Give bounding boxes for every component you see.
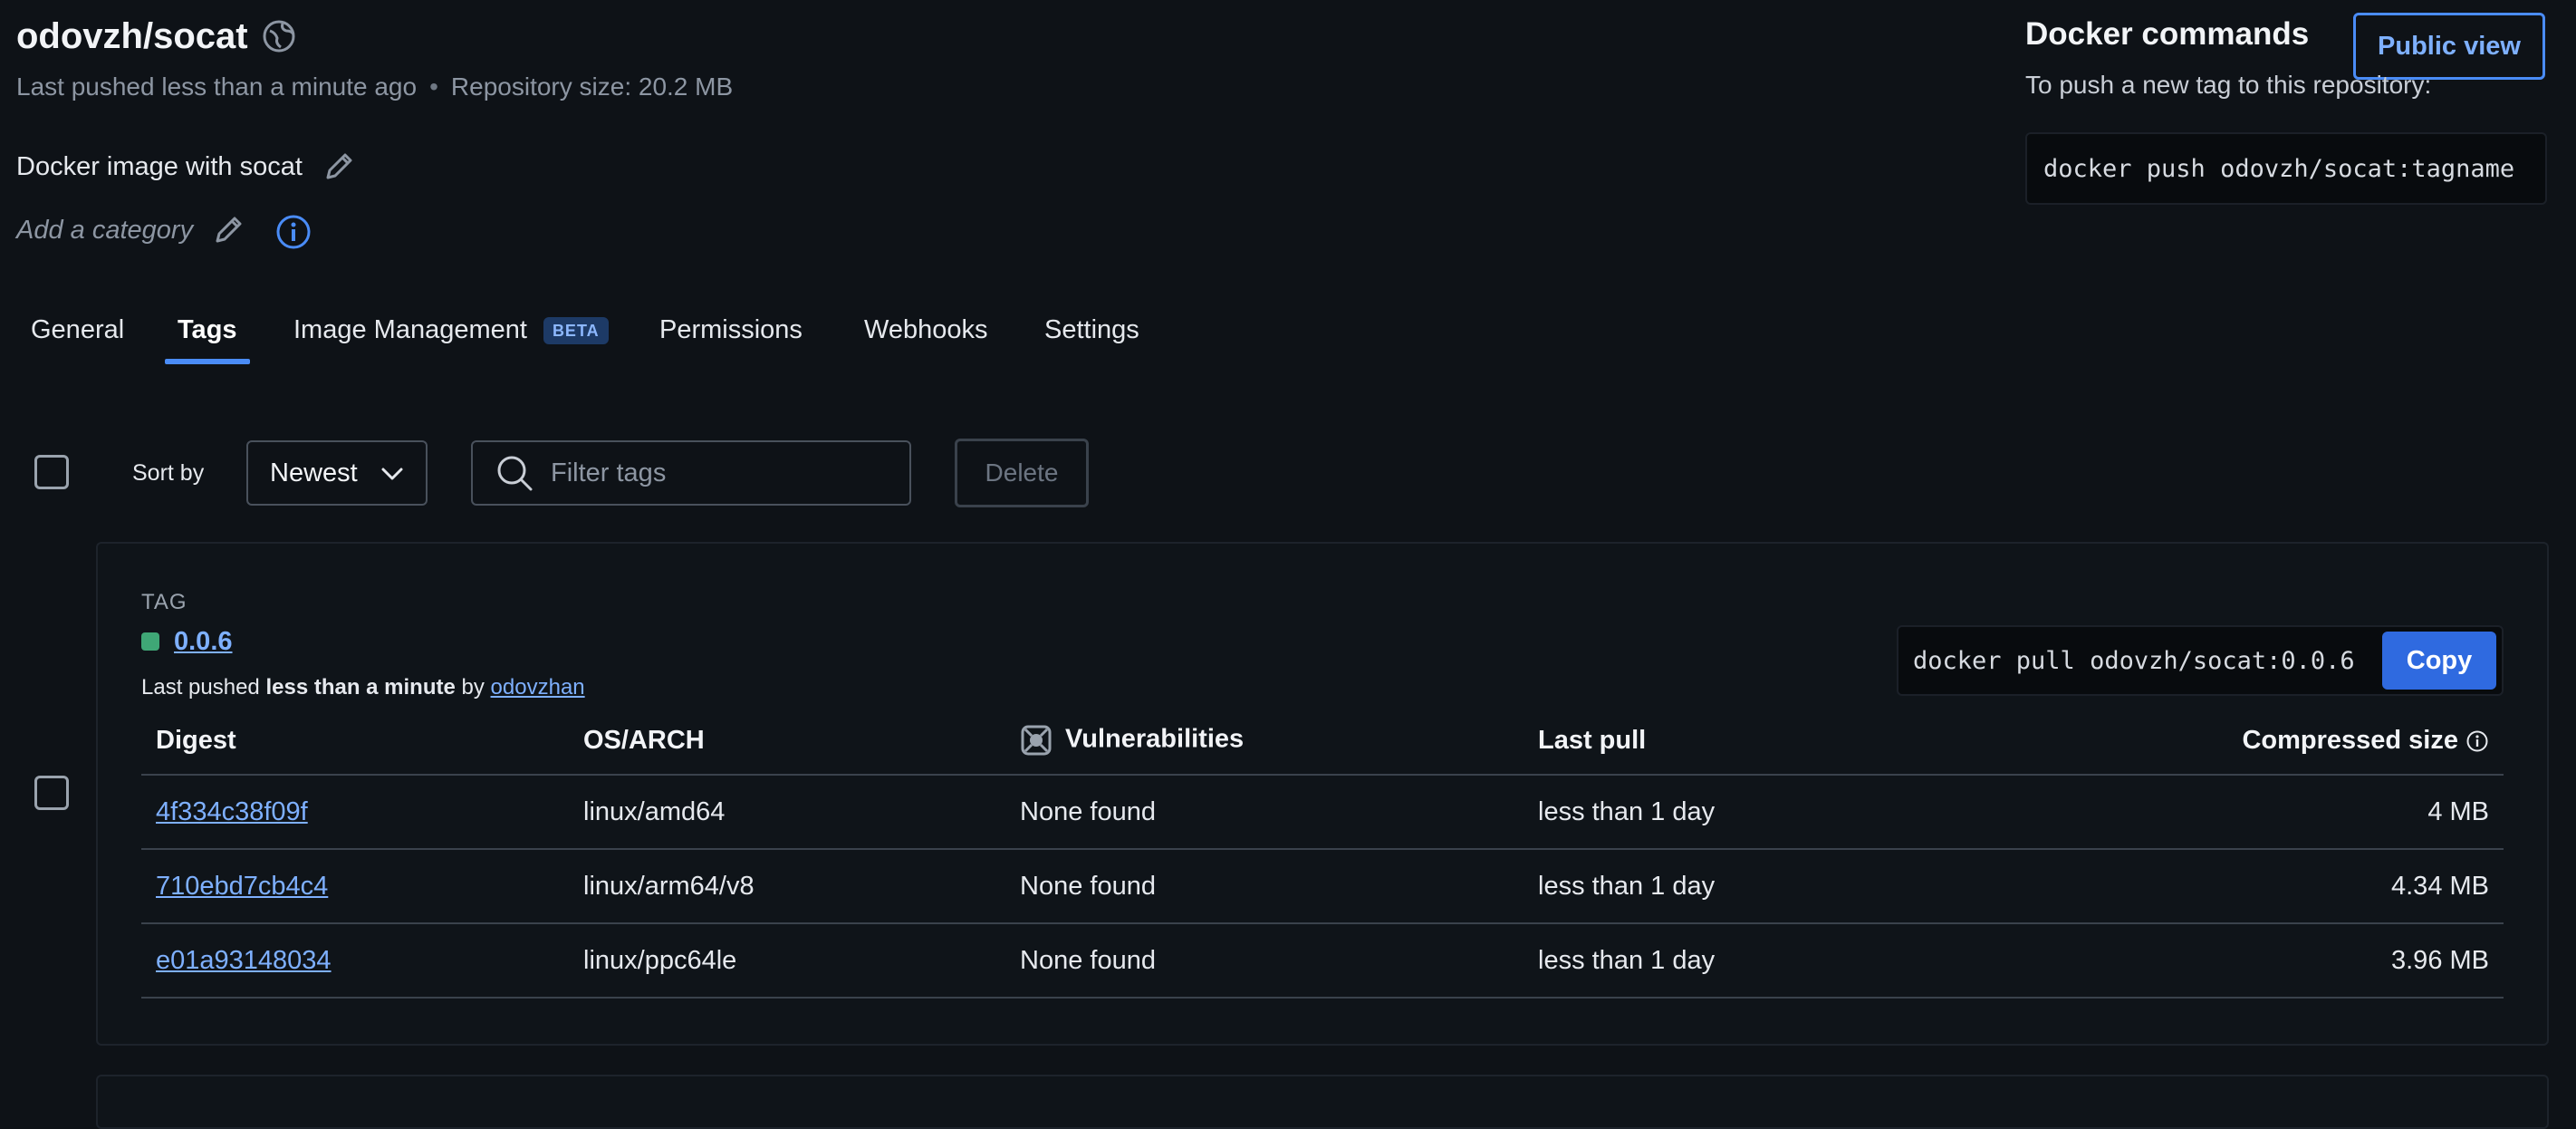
digest-table: Digest OS/ARCH Vulnerabilities Last pull… <box>141 707 2504 999</box>
vulnerabilities-header: Vulnerabilities <box>1005 707 1523 776</box>
sort-label: Sort by <box>132 460 205 486</box>
last-pushed-text: Last pushed less than a minute ago <box>16 72 418 101</box>
tab-tags[interactable]: Tags <box>178 301 237 359</box>
beta-badge: BETA <box>543 317 609 345</box>
tab-image-management[interactable]: Image Management BETA <box>293 301 609 359</box>
digest-link[interactable]: e01a93148034 <box>156 946 332 975</box>
tag-pushed-info: Last pushed less than a minute by odovzh… <box>141 672 585 703</box>
compressed-size-header-label: Compressed size <box>2242 725 2458 755</box>
add-category-text: Add a category <box>16 216 194 245</box>
compressed-size-info-icon[interactable] <box>2465 729 2489 753</box>
table-header-row: Digest OS/ARCH Vulnerabilities Last pull… <box>141 707 2504 776</box>
active-tab-indicator <box>165 359 250 364</box>
pushed-prefix: Last pushed <box>141 675 260 700</box>
table-row: e01a93148034 linux/ppc64le None found le… <box>141 923 2504 999</box>
last-pull-cell: less than 1 day <box>1523 775 1951 850</box>
last-pull-cell: less than 1 day <box>1523 849 1951 924</box>
digest-cell: 4f334c38f09f <box>141 775 569 850</box>
tab-permissions[interactable]: Permissions <box>659 301 803 359</box>
chevron-down-icon <box>381 468 403 480</box>
digest-cell: e01a93148034 <box>141 923 569 999</box>
tag-row-checkbox[interactable] <box>34 776 69 810</box>
vulnerabilities-header-label: Vulnerabilities <box>1065 724 1245 754</box>
tag-section-label: TAG <box>141 590 187 614</box>
push-command[interactable]: docker push odovzh/socat:tagname <box>2025 132 2547 205</box>
repo-meta: Last pushed less than a minute ago • Repos… <box>16 71 733 103</box>
filter-tags-field[interactable] <box>471 440 911 506</box>
sort-select[interactable]: Newest <box>246 440 428 506</box>
os-arch-cell: linux/arm64/v8 <box>569 849 1005 924</box>
os-arch-cell: linux/amd64 <box>569 775 1005 850</box>
pull-command[interactable]: docker pull odovzh/socat:0.0.6 <box>1898 647 2382 675</box>
pull-command-box: docker pull odovzh/socat:0.0.6 Copy <box>1897 625 2504 696</box>
vulnerabilities-cell: None found <box>1005 775 1523 850</box>
delete-button[interactable]: Delete <box>955 439 1089 507</box>
compressed-size-header: Compressed size <box>1951 707 2504 776</box>
copy-button[interactable]: Copy <box>2382 632 2496 690</box>
search-icon <box>497 456 533 491</box>
docker-commands-title: Docker commands <box>2025 16 2310 52</box>
tab-webhooks[interactable]: Webhooks <box>864 301 988 359</box>
edit-category-pencil-icon[interactable] <box>210 212 246 248</box>
vulnerabilities-cell: None found <box>1005 849 1523 924</box>
os-arch-header: OS/ARCH <box>569 707 1005 776</box>
globe-icon <box>263 20 295 53</box>
tab-settings[interactable]: Settings <box>1044 301 1139 359</box>
tag-status-indicator <box>141 632 159 651</box>
tab-general[interactable]: General <box>31 301 124 359</box>
edit-description-pencil-icon[interactable] <box>321 149 357 185</box>
digest-header: Digest <box>141 707 569 776</box>
repo-size-text: Repository size: 20.2 MB <box>450 72 734 101</box>
compressed-size-cell: 4 MB <box>1951 775 2504 850</box>
select-all-checkbox[interactable] <box>34 455 69 489</box>
tab-image-management-label: Image Management <box>293 315 527 344</box>
table-row: 4f334c38f09f linux/amd64 None found less… <box>141 775 2504 850</box>
repo-description: Docker image with socat <box>16 152 303 181</box>
push-hint: To push a new tag to this repository: <box>2025 71 2432 99</box>
pushed-when: less than a minute <box>265 675 456 700</box>
table-row: 710ebd7cb4c4 linux/arm64/v8 None found l… <box>141 849 2504 924</box>
filter-tags-input[interactable] <box>549 457 897 489</box>
pushed-by-user-link[interactable]: odovzhan <box>491 675 585 700</box>
scout-icon <box>1021 725 1052 756</box>
digest-link[interactable]: 4f334c38f09f <box>156 797 308 826</box>
digest-link[interactable]: 710ebd7cb4c4 <box>156 872 328 901</box>
compressed-size-cell: 3.96 MB <box>1951 923 2504 999</box>
last-pull-header: Last pull <box>1523 707 1951 776</box>
meta-separator: • <box>429 72 438 101</box>
category-info-icon[interactable] <box>274 212 313 252</box>
last-pull-cell: less than 1 day <box>1523 923 1951 999</box>
compressed-size-cell: 4.34 MB <box>1951 849 2504 924</box>
pushed-by-word: by <box>461 675 485 700</box>
sort-value: Newest <box>270 458 358 487</box>
tag-name-link[interactable]: 0.0.6 <box>174 623 233 660</box>
vulnerabilities-cell: None found <box>1005 923 1523 999</box>
next-tag-card <box>96 1075 2549 1129</box>
digest-cell: 710ebd7cb4c4 <box>141 849 569 924</box>
os-arch-cell: linux/ppc64le <box>569 923 1005 999</box>
repo-title: odovzh/socat <box>16 16 248 56</box>
